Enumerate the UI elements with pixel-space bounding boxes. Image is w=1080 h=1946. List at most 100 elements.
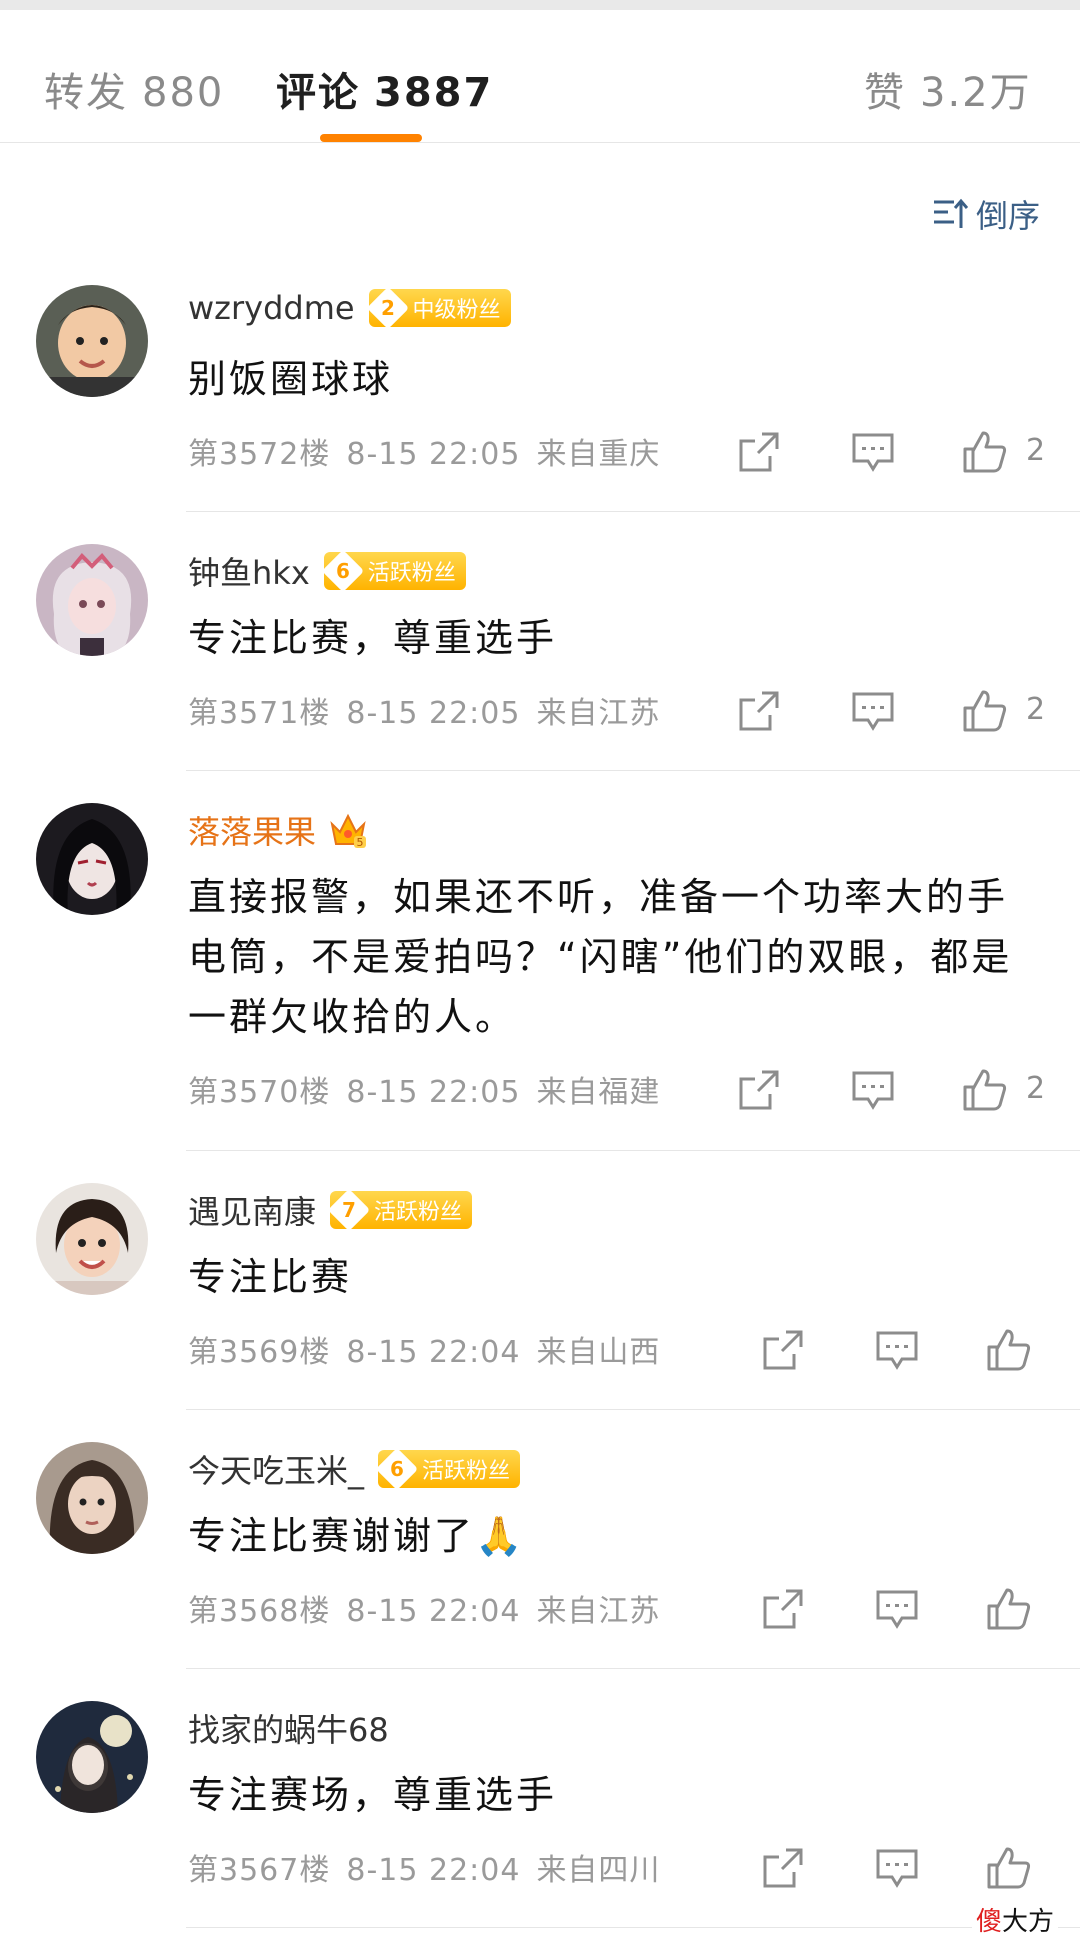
tab-comments[interactable]: 评论 3887 xyxy=(276,60,493,118)
comment-username[interactable]: 遇见南康 7 活跃粉丝 xyxy=(188,1187,473,1233)
crown-badge-icon: 5 xyxy=(330,813,367,849)
floor-number: 第3570楼 xyxy=(188,1075,331,1110)
sort-label: 倒序 xyxy=(975,197,1040,235)
floor-number: 第3568楼 xyxy=(188,1594,331,1629)
comment-item: 钟鱼hkx 6 活跃粉丝 专注比赛，尊重选手 第3571楼 8-15 22:05 来自… xyxy=(0,512,1080,771)
like-icon[interactable] xyxy=(986,1845,1032,1891)
status-strip xyxy=(0,0,1080,10)
badge-level: 6 xyxy=(390,1456,404,1481)
like-icon[interactable] xyxy=(962,429,1008,475)
like-icon[interactable] xyxy=(986,1586,1032,1632)
share-icon[interactable] xyxy=(736,1067,782,1113)
username-text: 遇见南康 xyxy=(188,1193,317,1231)
share-icon[interactable] xyxy=(736,688,782,734)
watermark: 傻大方 xyxy=(971,1901,1058,1938)
comment-meta: 第3572楼 8-15 22:05 来自重庆 xyxy=(188,429,676,473)
comment-meta: 第3569楼 8-15 22:04 来自山西 xyxy=(188,1327,676,1371)
sort-toggle[interactable]: 倒序 xyxy=(932,191,1040,237)
share-icon[interactable] xyxy=(736,429,782,475)
comment-time: 8-15 22:04 xyxy=(346,1853,521,1888)
avatar[interactable] xyxy=(36,1701,148,1813)
comment-location: 来自福建 xyxy=(536,1075,661,1110)
badge-label: 中级粉丝 xyxy=(412,298,501,323)
reply-icon[interactable] xyxy=(874,1327,920,1373)
avatar[interactable] xyxy=(36,1183,148,1295)
divider xyxy=(186,1927,1080,1928)
like-icon[interactable] xyxy=(986,1327,1032,1373)
fan-badge: 6 活跃粉丝 xyxy=(375,1447,521,1491)
comment-time: 8-15 22:05 xyxy=(346,437,521,472)
avatar[interactable] xyxy=(36,803,148,915)
like-count: 2 xyxy=(1026,692,1046,727)
avatar[interactable] xyxy=(36,285,148,397)
comment-text: 专注比赛 xyxy=(188,1255,353,1299)
username-text: wzryddme xyxy=(188,289,355,327)
comment-username[interactable]: 今天吃玉米_ 6 活跃粉丝 xyxy=(188,1446,521,1492)
comment-location: 来自江苏 xyxy=(536,696,661,731)
watermark-black: 大方 xyxy=(1001,1907,1054,1937)
tab-reposts[interactable]: 转发 880 xyxy=(44,60,224,118)
comment-location: 来自山西 xyxy=(536,1335,661,1370)
sort-bar: 倒序 xyxy=(0,143,1080,253)
fan-badge: 2 中级粉丝 xyxy=(366,286,511,330)
badge-level: 6 xyxy=(335,558,350,583)
floor-number: 第3569楼 xyxy=(188,1335,331,1370)
comment-time: 8-15 22:05 xyxy=(346,696,521,731)
fan-badge: 7 活跃粉丝 xyxy=(327,1188,473,1232)
comment-username[interactable]: 落落果果 5 xyxy=(188,807,368,853)
floor-number: 第3571楼 xyxy=(188,696,331,731)
reply-icon[interactable] xyxy=(874,1845,920,1891)
like-icon[interactable] xyxy=(962,688,1008,734)
comment-username[interactable]: wzryddme 2 中级粉丝 xyxy=(188,286,511,330)
comment-time: 8-15 22:05 xyxy=(346,1075,521,1110)
comment-time: 8-15 22:04 xyxy=(346,1335,521,1370)
like-count: 2 xyxy=(1026,1071,1046,1106)
reply-icon[interactable] xyxy=(850,688,896,734)
comment-username[interactable]: 找家的蜗牛68 xyxy=(188,1705,389,1751)
comment-meta: 第3571楼 8-15 22:05 来自江苏 xyxy=(188,688,676,732)
comment-item: 今天吃玉米_ 6 活跃粉丝 专注比赛谢谢了🙏 第3568楼 8-15 22:04 来自… xyxy=(0,1410,1080,1669)
comment-item: 找家的蜗牛68 专注赛场，尊重选手 第3567楼 8-15 22:04 来自四川 xyxy=(0,1669,1080,1928)
badge-label: 活跃粉丝 xyxy=(422,1459,511,1484)
share-icon[interactable] xyxy=(760,1845,806,1891)
comment-text: 专注比赛谢谢了🙏 xyxy=(188,1514,526,1558)
username-text: 落落果果 xyxy=(188,813,317,851)
avatar[interactable] xyxy=(36,1442,148,1554)
comment-text: 专注比赛，尊重选手 xyxy=(188,616,558,660)
sort-desc-icon xyxy=(933,198,968,228)
username-text: 钟鱼hkx xyxy=(188,554,310,592)
badge-label: 活跃粉丝 xyxy=(374,1200,463,1225)
comment-username[interactable]: 钟鱼hkx 6 活跃粉丝 xyxy=(188,548,466,594)
badge-label: 活跃粉丝 xyxy=(367,561,456,586)
comment-text: 别饭圈球球 xyxy=(188,357,394,401)
comment-text: 直接报警，如果还不听，准备一个功率大的手电筒，不是爱拍吗？“闪瞎”他们的双眼，都… xyxy=(188,875,1013,1039)
tab-likes[interactable]: 赞 3.2万 xyxy=(864,60,1032,118)
comment-meta: 第3570楼 8-15 22:05 来自福建 xyxy=(188,1067,676,1111)
tab-comments-count: 3887 xyxy=(374,70,494,116)
avatar[interactable] xyxy=(36,544,148,656)
floor-number: 第3567楼 xyxy=(188,1853,331,1888)
comment-location: 来自江苏 xyxy=(536,1594,661,1629)
active-tab-indicator xyxy=(320,134,422,142)
comment-item: 遇见南康 7 活跃粉丝 专注比赛 第3569楼 8-15 22:04 来自山西 xyxy=(0,1151,1080,1410)
fan-badge: 6 活跃粉丝 xyxy=(321,549,466,593)
comment-text: 专注赛场，尊重选手 xyxy=(188,1773,558,1817)
tab-reposts-count: 880 xyxy=(142,70,225,116)
username-text: 找家的蜗牛68 xyxy=(188,1711,389,1749)
floor-number: 第3572楼 xyxy=(188,437,331,472)
badge-level: 2 xyxy=(380,295,395,320)
comment-location: 来自四川 xyxy=(536,1853,661,1888)
comment-location: 来自重庆 xyxy=(536,437,661,472)
share-icon[interactable] xyxy=(760,1586,806,1632)
reply-icon[interactable] xyxy=(874,1586,920,1632)
tab-reposts-label: 转发 xyxy=(44,70,128,116)
share-icon[interactable] xyxy=(760,1327,806,1373)
comment-item: 落落果果 5 直接报警，如果还不听，准备一个功率大的手电筒，不是爱拍吗？“闪瞎”… xyxy=(0,771,1080,1151)
watermark-red: 傻 xyxy=(975,1907,1002,1937)
reply-icon[interactable] xyxy=(850,1067,896,1113)
crown-level: 5 xyxy=(357,836,364,849)
tab-comments-label: 评论 xyxy=(276,70,360,116)
reply-icon[interactable] xyxy=(850,429,896,475)
comment-time: 8-15 22:04 xyxy=(346,1594,521,1629)
like-icon[interactable] xyxy=(962,1067,1008,1113)
